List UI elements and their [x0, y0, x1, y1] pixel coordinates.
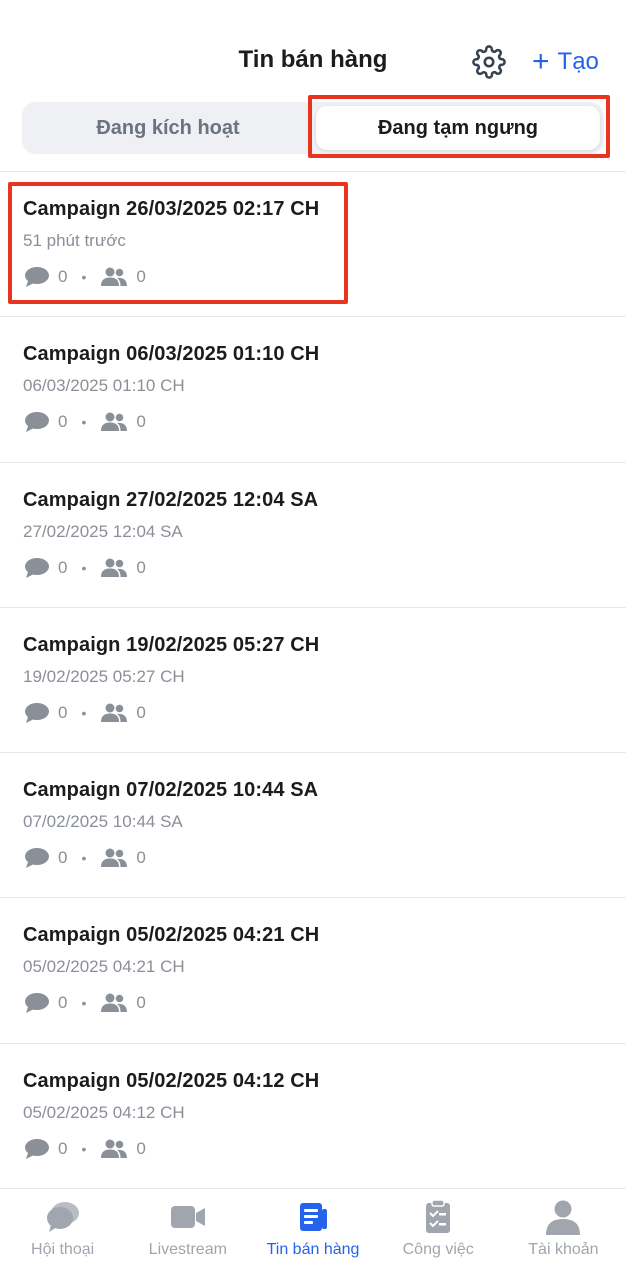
- campaign-stats: 0 • 0: [24, 702, 146, 724]
- comment-icon: [24, 1138, 50, 1160]
- member-count: 0: [136, 557, 146, 577]
- users-icon: [100, 1138, 128, 1160]
- separator-dot: •: [81, 1140, 87, 1157]
- campaign-list: Campaign 26/03/2025 02:17 CH 51 phút trướ…: [0, 172, 626, 1190]
- comment-count: 0: [58, 412, 68, 432]
- campaign-title: Campaign 05/02/2025 04:21 CH: [23, 924, 320, 947]
- nav-label: Hội thoại: [31, 1241, 95, 1258]
- nav-label: Tài khoản: [528, 1241, 599, 1258]
- users-icon: [100, 411, 128, 433]
- bottom-nav: Hội thoại Livestream Tin bán hàng Công v…: [0, 1188, 626, 1280]
- news-icon: [293, 1199, 333, 1235]
- campaign-title: Campaign 26/03/2025 02:17 CH: [23, 198, 320, 220]
- member-count: 0: [136, 993, 146, 1013]
- comment-icon: [24, 557, 50, 579]
- campaign-list-item[interactable]: Campaign 27/02/2025 12:04 SA 27/02/2025 1…: [0, 463, 626, 608]
- campaign-list-item[interactable]: Campaign 05/02/2025 04:12 CH 05/02/2025 0…: [0, 1044, 626, 1190]
- user-icon: [543, 1199, 583, 1235]
- member-count: 0: [136, 267, 146, 286]
- users-icon: [100, 992, 128, 1014]
- campaign-list-item[interactable]: Campaign 06/03/2025 01:10 CH 06/03/2025 0…: [0, 317, 626, 463]
- separator-dot: •: [81, 559, 87, 576]
- campaign-list-item[interactable]: Campaign 07/02/2025 10:44 SA 07/02/2025 1…: [0, 753, 626, 899]
- campaign-timestamp: 51 phút trước: [23, 231, 126, 250]
- nav-item-account[interactable]: Tài khoản: [501, 1189, 626, 1280]
- separator-dot: •: [81, 850, 87, 867]
- campaign-stats: 0 • 0: [24, 411, 146, 433]
- users-icon: [100, 266, 128, 288]
- comment-icon: [24, 411, 50, 433]
- tab-active[interactable]: Đang kích hoạt: [26, 106, 310, 150]
- separator-dot: •: [81, 414, 87, 431]
- campaign-title: Campaign 05/02/2025 04:12 CH: [23, 1069, 320, 1092]
- plus-icon: +: [532, 45, 550, 78]
- comment-count: 0: [58, 702, 68, 722]
- comment-count: 0: [58, 848, 68, 868]
- chat-icon: [43, 1199, 83, 1235]
- member-count: 0: [136, 1138, 146, 1158]
- campaign-title: Campaign 27/02/2025 12:04 SA: [23, 488, 319, 511]
- campaign-stats: 0 • 0: [24, 1138, 146, 1160]
- gear-icon[interactable]: [472, 45, 506, 79]
- header: Tin bán hàng + Tạo: [0, 0, 626, 100]
- comment-icon: [24, 702, 50, 724]
- comment-count: 0: [58, 1138, 68, 1158]
- nav-item-tasks[interactable]: Công việc: [376, 1189, 501, 1280]
- nav-label: Công việc: [402, 1241, 474, 1258]
- campaign-timestamp: 05/02/2025 04:21 CH: [23, 957, 185, 977]
- clipboard-icon: [418, 1199, 458, 1235]
- campaign-title: Campaign 06/03/2025 01:10 CH: [23, 343, 320, 366]
- member-count: 0: [136, 848, 146, 868]
- campaign-timestamp: 06/03/2025 01:10 CH: [23, 376, 185, 396]
- nav-item-sales-news[interactable]: Tin bán hàng: [250, 1189, 375, 1280]
- campaign-timestamp: 27/02/2025 12:04 SA: [23, 521, 183, 541]
- users-icon: [100, 847, 128, 869]
- create-label: Tạo: [557, 48, 599, 75]
- campaign-list-item[interactable]: Campaign 26/03/2025 02:17 CH 51 phút trướ…: [0, 172, 626, 318]
- member-count: 0: [136, 412, 146, 432]
- separator-dot: •: [81, 269, 87, 285]
- separator-dot: •: [81, 704, 87, 721]
- campaign-timestamp: 07/02/2025 10:44 SA: [23, 812, 183, 832]
- comment-icon: [24, 847, 50, 869]
- comment-icon: [24, 266, 50, 288]
- campaign-stats: 0 • 0: [24, 266, 146, 288]
- comment-count: 0: [58, 267, 68, 286]
- campaign-timestamp: 05/02/2025 04:12 CH: [23, 1102, 185, 1122]
- member-count: 0: [136, 702, 146, 722]
- campaign-stats: 0 • 0: [24, 557, 146, 579]
- comment-icon: [24, 992, 50, 1014]
- video-camera-icon: [168, 1199, 208, 1235]
- users-icon: [100, 557, 128, 579]
- campaign-list-item[interactable]: Campaign 05/02/2025 04:21 CH 05/02/2025 0…: [0, 898, 626, 1044]
- campaign-stats: 0 • 0: [24, 847, 146, 869]
- nav-item-livestream[interactable]: Livestream: [125, 1189, 250, 1280]
- nav-label: Tin bán hàng: [266, 1241, 360, 1258]
- tab-paused[interactable]: Đang tạm ngưng: [316, 106, 600, 150]
- campaign-title: Campaign 07/02/2025 10:44 SA: [23, 779, 319, 802]
- separator-dot: •: [81, 995, 87, 1012]
- create-button[interactable]: + Tạo: [532, 44, 599, 80]
- campaign-stats: 0 • 0: [24, 992, 146, 1014]
- nav-label: Livestream: [148, 1241, 227, 1258]
- comment-count: 0: [58, 993, 68, 1013]
- nav-item-conversations[interactable]: Hội thoại: [0, 1189, 125, 1280]
- status-segment-control: Đang kích hoạt Đang tạm ngưng: [22, 102, 604, 154]
- campaign-timestamp: 19/02/2025 05:27 CH: [23, 666, 185, 686]
- comment-count: 0: [58, 557, 68, 577]
- campaign-title: Campaign 19/02/2025 05:27 CH: [23, 633, 320, 656]
- campaign-list-item[interactable]: Campaign 19/02/2025 05:27 CH 19/02/2025 0…: [0, 608, 626, 754]
- users-icon: [100, 702, 128, 724]
